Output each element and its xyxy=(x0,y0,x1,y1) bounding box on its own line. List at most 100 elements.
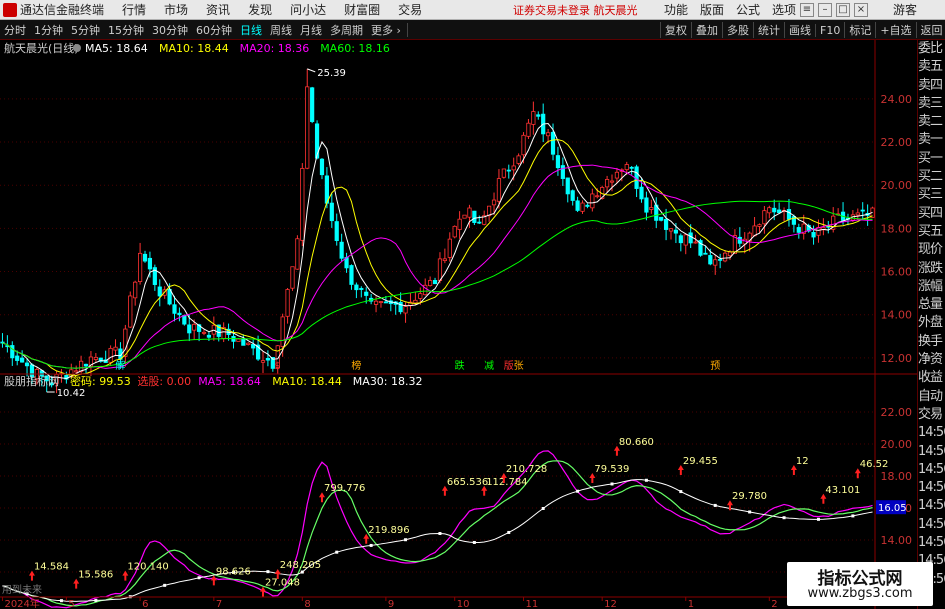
sub-y-tick-label: 18.00 xyxy=(881,470,913,483)
main-price-panel: 航天晨光(日线) MA5: 18.64 MA10: 18.44 MA20: 18.36… xyxy=(0,40,912,399)
period-5min[interactable]: 5分钟 xyxy=(67,22,104,38)
menu-item-function[interactable]: 功能 xyxy=(664,1,688,18)
candle-body xyxy=(260,360,266,363)
y-tick-label: 24.00 xyxy=(881,93,913,106)
date-tick-label: 8 xyxy=(304,599,310,609)
candle-body xyxy=(663,219,669,230)
candle-body xyxy=(457,218,462,230)
adjust-button[interactable]: 复权 xyxy=(660,22,691,38)
back-button[interactable]: 返回 xyxy=(915,22,945,38)
menu-item-ask[interactable]: 问小达 xyxy=(290,1,326,18)
main-panel-header: 航天晨光(日线) MA5: 18.64 MA10: 18.44 MA20: 18.36… xyxy=(4,41,390,55)
side-panel-item: 买一 xyxy=(918,150,943,166)
candle-body xyxy=(182,315,187,325)
quote-side-panel: 委比 卖五 卖四 卖三 卖二 卖一 买一 买二 买三 买四 买五 现价 涨跌 涨幅 总量 外盘 换手 净资 收益 自动… xyxy=(917,40,945,609)
candle-body xyxy=(786,209,792,220)
statistics-button[interactable]: 统计 xyxy=(753,22,784,38)
candle-body xyxy=(290,266,295,289)
candle-body xyxy=(354,284,359,291)
minimize-icon[interactable]: – xyxy=(818,3,832,17)
candle-body xyxy=(855,212,860,216)
candle-body xyxy=(334,221,339,241)
side-panel-item: 14:56 xyxy=(918,535,945,551)
f10-button[interactable]: F10 xyxy=(815,23,844,37)
signal-value-label: 665.536 xyxy=(447,477,488,488)
side-panel-item[interactable]: 交易 xyxy=(918,406,945,424)
kline-chart-area[interactable]: 航天晨光(日线) MA5: 18.64 MA10: 18.44 MA20: 18.36… xyxy=(0,40,917,609)
candle-body xyxy=(546,132,551,137)
period-monthly[interactable]: 月线 xyxy=(296,22,326,38)
ma30-node xyxy=(610,482,614,486)
candle-body xyxy=(285,289,290,317)
candle-body xyxy=(496,178,502,202)
login-alert[interactable]: 证券交易未登录 航天晨光 xyxy=(513,2,638,18)
candle-body xyxy=(295,238,300,270)
candle-body xyxy=(413,299,418,304)
candle-body xyxy=(123,328,128,357)
candle-body xyxy=(521,134,526,156)
ma30-node xyxy=(94,598,98,602)
close-icon[interactable]: × xyxy=(854,3,868,17)
side-panel-item: 卖四 xyxy=(918,77,943,93)
menu-item-layout[interactable]: 版面 xyxy=(700,1,724,18)
ma30-node xyxy=(816,517,820,521)
toolbar-divider xyxy=(406,22,408,37)
draw-line-button[interactable]: 画线 xyxy=(784,22,815,38)
period-timeshare[interactable]: 分时 xyxy=(0,22,30,38)
period-multi[interactable]: 多周期 xyxy=(326,22,367,38)
date-tick-label: 9 xyxy=(388,599,394,609)
ma30-node xyxy=(851,514,855,518)
menu-item-options[interactable]: 选项 xyxy=(772,1,796,18)
menu-item-quotes[interactable]: 行情 xyxy=(122,1,146,18)
menu-item-discover[interactable]: 发现 xyxy=(248,1,272,18)
maximize-icon[interactable]: □ xyxy=(836,3,850,17)
guest-label[interactable]: 游客 xyxy=(893,1,917,18)
signal-value-label: 43.101 xyxy=(825,485,860,496)
candle-body xyxy=(796,227,801,233)
period-60min[interactable]: 60分钟 xyxy=(192,22,236,38)
side-panel-item: 14:56 xyxy=(918,516,945,532)
signal-value-label: 98.626 xyxy=(216,566,251,577)
candle-body xyxy=(201,331,207,334)
candle-body xyxy=(83,363,89,367)
settings-icon[interactable] xyxy=(73,44,81,52)
candle-body xyxy=(526,122,531,137)
add-watchlist-button[interactable]: +自选 xyxy=(875,22,915,38)
period-weekly[interactable]: 周线 xyxy=(266,22,296,38)
period-15min[interactable]: 15分钟 xyxy=(104,22,148,38)
y-tick-label: 20.00 xyxy=(881,179,913,192)
menu-item-news[interactable]: 资讯 xyxy=(206,1,230,18)
app-logo-icon xyxy=(3,2,17,17)
date-axis: 2024年 5 6 7 8 9 10 11 12 1 2用到未来 xyxy=(0,584,917,609)
candle-body xyxy=(437,258,443,282)
indicator-title: 股朋指标网 xyxy=(4,374,59,388)
candle-body xyxy=(24,362,30,367)
multi-stock-button[interactable]: 多股 xyxy=(722,22,753,38)
period-1min[interactable]: 1分钟 xyxy=(30,22,67,38)
sub-y-tick-label: 14.00 xyxy=(881,534,913,547)
candle-body xyxy=(383,301,388,304)
menu-item-wealth-circle[interactable]: 财富圈 xyxy=(344,1,380,18)
candle-body xyxy=(644,197,649,213)
mark-button[interactable]: 标记 xyxy=(844,22,875,38)
window-menu-icon[interactable]: ≡ xyxy=(800,3,814,17)
side-panel-item[interactable]: 自动 xyxy=(918,388,945,406)
candle-body xyxy=(491,199,497,206)
period-daily[interactable]: 日线 xyxy=(236,22,266,38)
ma30-node xyxy=(197,576,201,580)
period-30min[interactable]: 30分钟 xyxy=(148,22,192,38)
side-panel-item: 14:56 xyxy=(918,480,945,496)
overlay-button[interactable]: 叠加 xyxy=(691,22,722,38)
candle-body xyxy=(74,370,79,373)
candle-body xyxy=(501,168,506,178)
candle-body xyxy=(668,228,674,232)
candle-body xyxy=(585,204,590,207)
signal-value-label: 29.455 xyxy=(683,456,718,467)
indicator-param: MA5: 18.64 xyxy=(198,375,261,388)
menu-item-market[interactable]: 市场 xyxy=(164,1,188,18)
ma30-node xyxy=(59,599,63,603)
candle-body xyxy=(310,87,315,122)
period-more[interactable]: 更多 › xyxy=(367,22,405,38)
menu-item-trade[interactable]: 交易 xyxy=(398,1,422,18)
menu-item-formula[interactable]: 公式 xyxy=(736,1,760,18)
